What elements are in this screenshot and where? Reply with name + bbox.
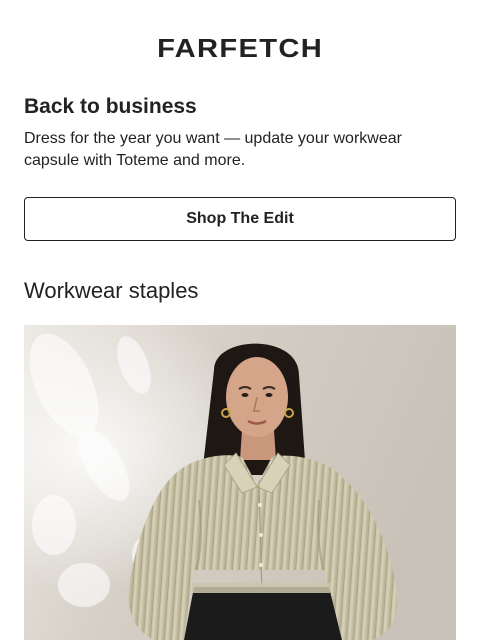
model-photo [24,325,456,640]
farfetch-logo[interactable]: FARFETCH [157,33,323,63]
shop-the-edit-button[interactable]: Shop The Edit [24,197,456,241]
email-page: FARFETCH Back to business Dress for the … [0,0,480,640]
headline: Back to business [24,95,197,118]
black-trousers [184,587,342,640]
header: FARFETCH [0,33,480,63]
intro-text: Dress for the year you want — update you… [24,130,402,169]
section-title: Workwear staples [24,278,199,303]
workwear-hero-image[interactable] [24,325,456,640]
